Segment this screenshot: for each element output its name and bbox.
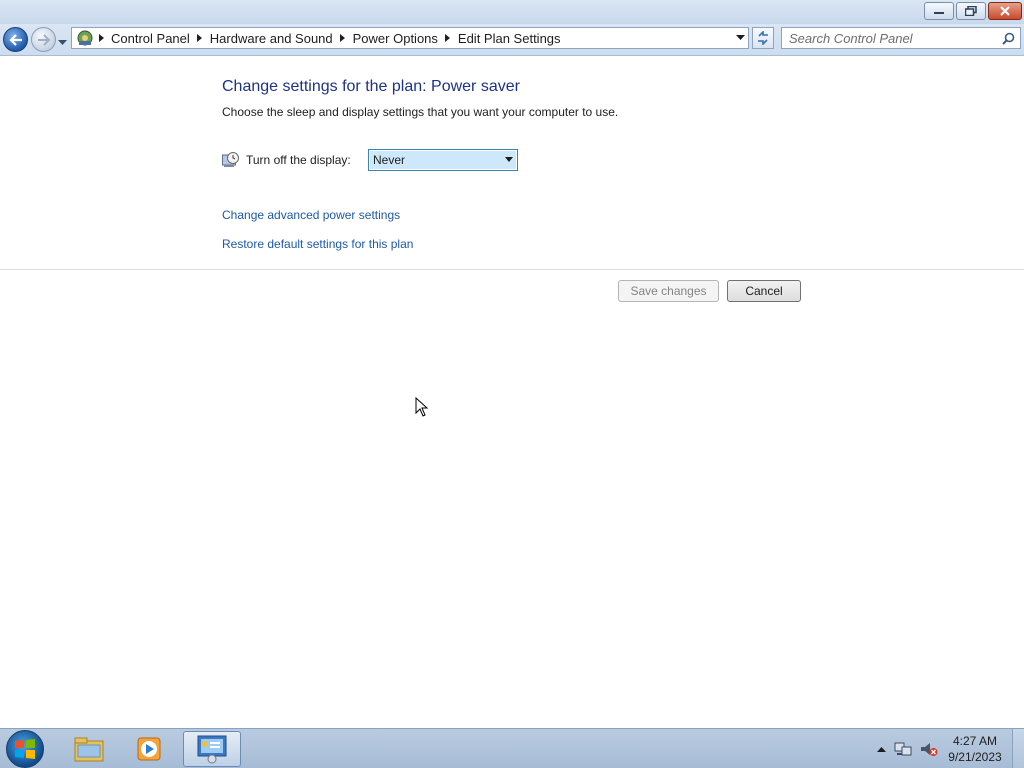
refresh-icon	[758, 31, 768, 45]
show-desktop-button[interactable]	[1012, 729, 1024, 768]
start-button[interactable]	[6, 730, 44, 768]
taskbar-control-panel[interactable]	[183, 731, 241, 767]
back-arrow-icon	[8, 33, 22, 46]
address-dropdown-button[interactable]	[734, 33, 746, 43]
breadcrumb-control-panel[interactable]: Control Panel	[107, 31, 194, 46]
chevron-down-icon	[58, 40, 67, 45]
show-hidden-icons-button[interactable]	[877, 746, 886, 752]
network-icon	[894, 742, 912, 756]
restore-defaults-link[interactable]: Restore default settings for this plan	[222, 237, 413, 251]
minimize-icon	[934, 12, 944, 14]
windows-start-icon	[15, 739, 35, 759]
search-icon[interactable]	[1002, 32, 1015, 45]
clock-time: 4:27 AM	[952, 734, 998, 748]
display-timeout-label: Turn off the display:	[246, 153, 351, 167]
close-icon	[1000, 6, 1010, 16]
cancel-button[interactable]: Cancel	[727, 280, 801, 302]
media-player-icon	[137, 737, 161, 761]
refresh-button[interactable]	[752, 27, 774, 49]
system-tray: 4:27 AM 9/21/2023	[873, 729, 1008, 768]
taskbar-file-explorer[interactable]	[60, 731, 118, 767]
title-bar	[0, 0, 1024, 24]
recent-pages-button[interactable]	[58, 35, 67, 49]
display-timeout-value: Never	[373, 153, 406, 167]
advanced-power-settings-link[interactable]: Change advanced power settings	[222, 208, 400, 222]
taskbar: 4:27 AM 9/21/2023	[0, 728, 1024, 768]
breadcrumb-power-options[interactable]: Power Options	[349, 31, 442, 46]
address-bar[interactable]: Control Panel Hardware and Sound Power O…	[71, 27, 749, 49]
breadcrumb-separator-icon[interactable]	[337, 34, 349, 42]
network-tray-button[interactable]	[894, 741, 912, 757]
back-button[interactable]	[3, 27, 28, 52]
breadcrumb-separator-icon[interactable]	[442, 34, 454, 42]
search-box[interactable]	[781, 27, 1021, 49]
restore-button[interactable]	[956, 2, 986, 20]
breadcrumb-separator-icon[interactable]	[194, 34, 206, 42]
minimize-button[interactable]	[924, 2, 954, 20]
display-timeout-select[interactable]: Never	[368, 149, 518, 171]
section-divider	[0, 269, 1024, 270]
save-changes-button[interactable]: Save changes	[618, 280, 719, 302]
clock-date: 9/21/2023	[948, 750, 1002, 764]
breadcrumb-edit-plan-settings[interactable]: Edit Plan Settings	[454, 31, 565, 46]
chevron-down-icon	[735, 35, 745, 40]
breadcrumb-hardware-and-sound[interactable]: Hardware and Sound	[206, 31, 337, 46]
volume-tray-button[interactable]	[920, 741, 938, 757]
mouse-cursor-icon	[415, 397, 429, 417]
display-setting-row: Turn off the display: Never	[222, 149, 518, 171]
search-input[interactable]	[789, 30, 997, 46]
taskbar-media-player[interactable]	[120, 731, 178, 767]
chevron-up-icon	[877, 747, 886, 752]
navigation-bar: Control Panel Hardware and Sound Power O…	[0, 24, 1024, 56]
breadcrumb-separator-icon[interactable]	[95, 34, 107, 42]
file-explorer-icon	[74, 737, 104, 762]
taskbar-clock[interactable]: 4:27 AM 9/21/2023	[942, 733, 1008, 765]
control-panel-icon	[197, 735, 227, 764]
restore-icon	[965, 6, 977, 16]
monitor-clock-icon	[222, 151, 239, 167]
control-panel-icon	[75, 28, 95, 48]
main-content: Change settings for the plan: Power save…	[0, 57, 1024, 728]
window-controls	[924, 2, 1022, 20]
volume-muted-icon	[921, 743, 938, 756]
forward-button[interactable]	[31, 27, 56, 52]
close-button[interactable]	[988, 2, 1022, 20]
forward-arrow-icon	[37, 33, 50, 46]
chevron-down-icon	[505, 157, 513, 162]
page-description: Choose the sleep and display settings th…	[222, 105, 619, 119]
page-title: Change settings for the plan: Power save…	[222, 78, 520, 95]
